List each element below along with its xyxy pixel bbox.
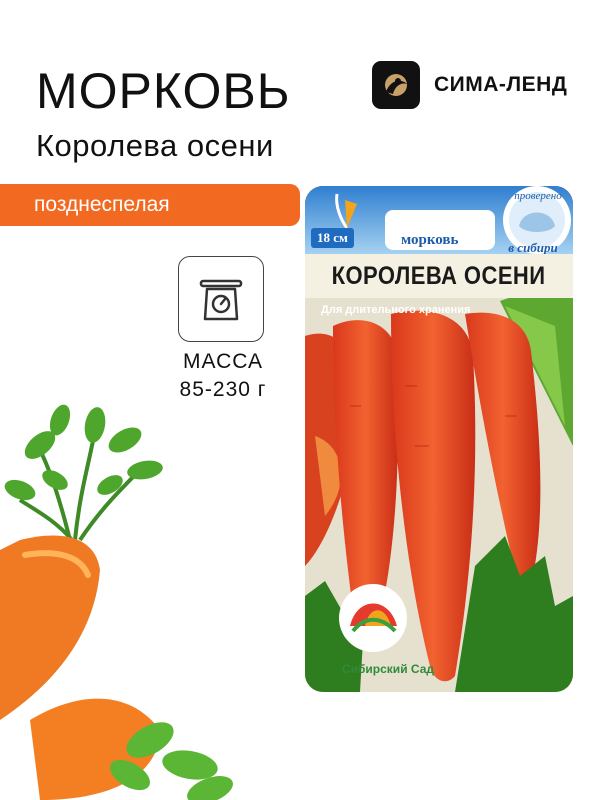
sima-land-logo-icon xyxy=(372,61,420,109)
carrot-illustration xyxy=(0,404,233,800)
producer-name: Сибирский Сад xyxy=(341,662,435,676)
ripeness-badge: позднеспелая xyxy=(0,184,300,226)
weight-label: МАССА xyxy=(183,350,263,373)
stamp-top-text: проверено xyxy=(514,190,562,202)
scale-icon xyxy=(178,256,264,342)
product-title: МОРКОВЬ xyxy=(36,63,291,119)
storage-note: Для длительного хранения xyxy=(321,304,471,316)
product-subtitle: Королева осени xyxy=(36,128,274,163)
seed-packet: 18 см морковь проверено в сибири КОРОЛЕВ… xyxy=(305,186,573,692)
variety-banner: КОРОЛЕВА ОСЕНИ xyxy=(305,254,573,298)
crop-label: морковь xyxy=(401,232,459,248)
length-badge: 18 см xyxy=(311,228,354,248)
variety-name: КОРОЛЕВА ОСЕНИ xyxy=(332,261,546,290)
ripeness-label: позднеспелая xyxy=(34,193,170,216)
brand-name: СИМА-ЛЕНД xyxy=(434,73,568,96)
brand-block: СИМА-ЛЕНД xyxy=(372,61,568,109)
